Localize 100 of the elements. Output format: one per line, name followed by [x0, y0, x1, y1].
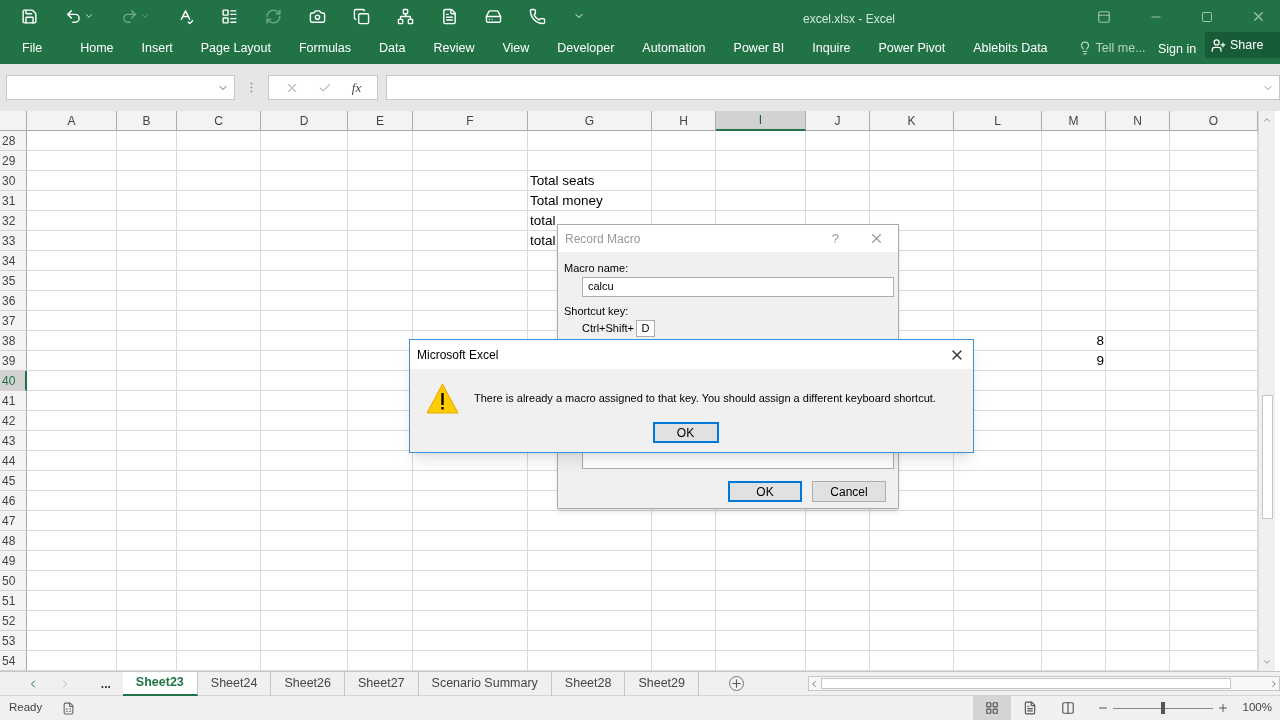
caret-icon[interactable] [84, 11, 94, 21]
tell-me-field[interactable]: Tell me... [1095, 38, 1146, 58]
row-header[interactable]: 37 [0, 311, 27, 331]
row-header[interactable]: 44 [0, 451, 27, 471]
row-header[interactable]: 52 [0, 611, 27, 631]
row-header[interactable]: 33 [0, 231, 27, 251]
scroll-down-icon[interactable] [1262, 657, 1272, 667]
scroll-up-icon[interactable] [1262, 115, 1272, 125]
ribbon-display-icon[interactable] [1097, 9, 1111, 24]
row-header[interactable]: 51 [0, 591, 27, 611]
drive-icon[interactable] [485, 7, 502, 25]
sheet-tab[interactable]: Sheet23 [122, 671, 198, 696]
document-icon[interactable] [441, 7, 458, 25]
camera-icon[interactable] [309, 7, 326, 25]
row-header[interactable]: 38 [0, 331, 27, 351]
macro-name-field[interactable]: calcu [582, 276, 894, 297]
table-cell-text: 9 [1096, 351, 1104, 370]
caret-icon[interactable] [140, 11, 150, 21]
row-header[interactable]: 40 [0, 371, 27, 391]
grip-icon [250, 82, 253, 93]
row-header[interactable]: 31 [0, 191, 27, 211]
hierarchy-icon[interactable] [397, 7, 414, 25]
table-cell-text: total [530, 231, 556, 250]
ribbon-tab[interactable]: Data [379, 38, 406, 58]
row-header[interactable]: 28 [0, 131, 27, 151]
ribbon-tab[interactable]: Formulas [298, 38, 352, 58]
dialog-button[interactable]: OK [652, 422, 719, 443]
dialog-button[interactable]: Cancel [812, 481, 886, 502]
save-icon[interactable] [21, 7, 38, 25]
dialog-title: Record Macro [565, 230, 641, 248]
horizontal-scrollbar[interactable] [807, 676, 1280, 691]
scroll-thumb[interactable] [820, 678, 1231, 689]
ribbon-tab[interactable]: Page Layout [200, 38, 271, 58]
zoom-in-icon[interactable] [1216, 702, 1229, 714]
add-sheet-icon[interactable] [729, 676, 744, 691]
ribbon-tab[interactable]: Inquire [812, 38, 851, 58]
row-header[interactable]: 36 [0, 291, 27, 311]
row-header[interactable]: 32 [0, 211, 27, 231]
normal-view-icon [984, 701, 999, 715]
phone-icon[interactable] [529, 7, 546, 25]
macro-record-icon[interactable] [62, 701, 76, 715]
sign-in-link[interactable]: Sign in [1158, 40, 1197, 59]
row-header[interactable]: 47 [0, 511, 27, 531]
column-header[interactable]: I [716, 111, 806, 131]
formula-field[interactable] [386, 75, 1280, 100]
name-box[interactable] [6, 75, 235, 100]
shortcut-key-field[interactable]: D [635, 320, 655, 337]
ribbon-tab[interactable]: Power Pivot [878, 38, 946, 58]
page-break-view-icon [1060, 701, 1075, 715]
window-title: excel.xlsx - Excel [803, 11, 896, 28]
row-header[interactable]: 46 [0, 491, 27, 511]
ribbon-tab[interactable]: Review [433, 38, 475, 58]
scroll-thumb[interactable] [1261, 395, 1273, 519]
zoom-level[interactable]: 100% [1242, 699, 1272, 717]
scroll-right-icon[interactable] [1269, 678, 1279, 689]
vertical-scrollbar[interactable] [1258, 111, 1275, 671]
ribbon-tab[interactable]: Home [80, 38, 114, 58]
ribbon-tab[interactable]: Insert [141, 38, 173, 58]
insert-function-button[interactable]: fx [351, 77, 362, 98]
ribbon-tab[interactable]: Ablebits Data [973, 38, 1048, 58]
redo-icon[interactable] [121, 7, 138, 25]
more-sheets-button[interactable]: ... [100, 674, 111, 693]
refresh-icon[interactable] [265, 7, 282, 25]
ribbon-tab[interactable]: File [22, 38, 43, 58]
page-layout-view-icon [1022, 701, 1037, 715]
person-add-icon [1211, 37, 1226, 53]
row-header[interactable]: 34 [0, 251, 27, 271]
row-header[interactable]: 35 [0, 271, 27, 291]
row-header[interactable]: 30 [0, 171, 27, 191]
row-header[interactable]: 53 [0, 631, 27, 651]
row-header[interactable]: 29 [0, 151, 27, 171]
dialog-button[interactable]: OK [728, 481, 802, 502]
zoom-slider-thumb[interactable] [1160, 702, 1165, 714]
row-header[interactable]: 49 [0, 551, 27, 571]
field-label: Shortcut key: [564, 303, 630, 319]
row-header[interactable]: 42 [0, 411, 27, 431]
status-text: Ready [9, 700, 43, 716]
maximize-icon[interactable] [1201, 10, 1213, 23]
ribbon-tab[interactable]: Power BI [733, 38, 785, 58]
warning-icon [426, 383, 459, 414]
field-label: Macro name: [564, 261, 630, 276]
share-button[interactable]: Share [1205, 32, 1280, 58]
row-header[interactable]: 54 [0, 651, 27, 671]
row-header[interactable]: 39 [0, 351, 27, 371]
row-header[interactable]: 41 [0, 391, 27, 411]
shortcut-prefix: Ctrl+Shift+ [582, 321, 634, 337]
table-cell-text: 8 [1096, 331, 1104, 350]
form-icon[interactable] [221, 7, 238, 25]
table-cell-text: total [530, 211, 556, 230]
ribbon-tab[interactable]: Automation [642, 38, 706, 58]
row-header[interactable]: 48 [0, 531, 27, 551]
row-header[interactable]: 45 [0, 471, 27, 491]
copy-icon[interactable] [353, 7, 370, 25]
ribbon-tab[interactable]: Developer [557, 38, 615, 58]
view-button[interactable] [972, 696, 1011, 720]
row-header[interactable]: 50 [0, 571, 27, 591]
undo-icon[interactable] [65, 7, 82, 25]
ribbon-tab[interactable]: View [502, 38, 530, 58]
row-header[interactable]: 43 [0, 431, 27, 451]
alert-message: There is already a macro assigned to that key. You should assign a different keyboard shortcut. [474, 391, 936, 407]
